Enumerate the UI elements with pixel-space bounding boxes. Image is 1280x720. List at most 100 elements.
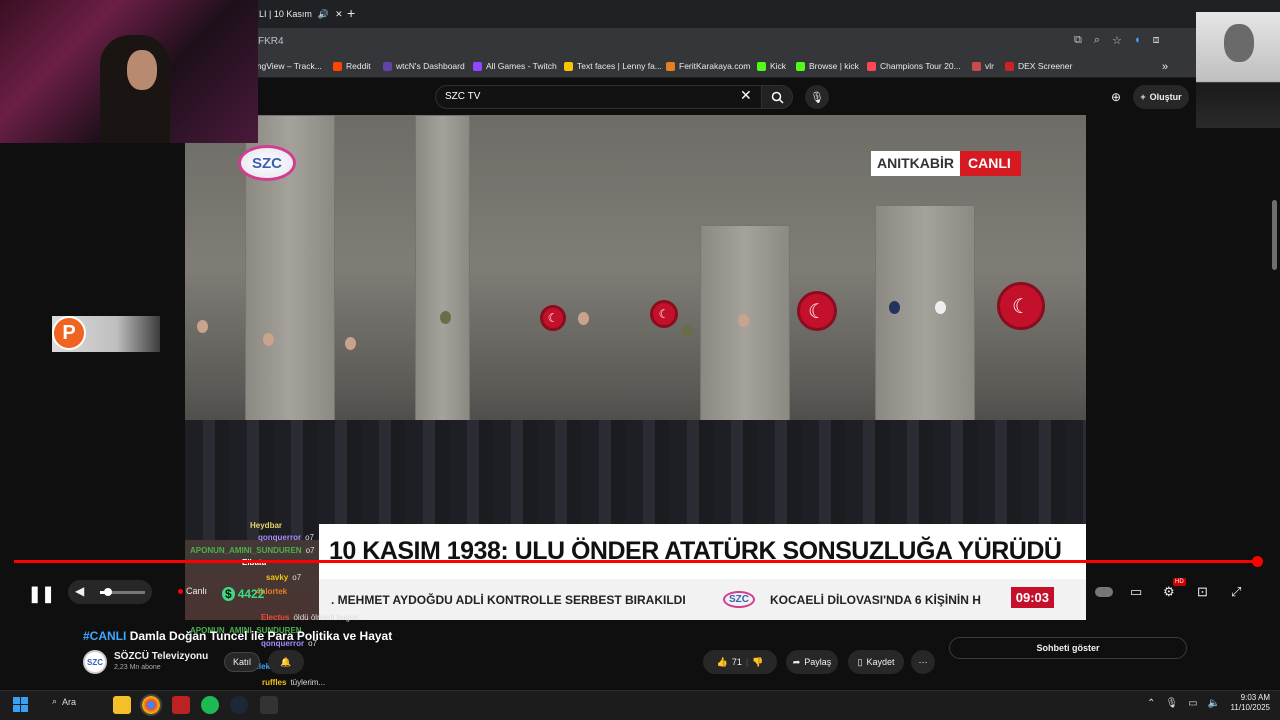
- news-ticker: . MEHMET AYDOĞDU ADLİ KONTROLLE SERBEST …: [319, 579, 1086, 620]
- speaker-icon[interactable]: 🔊: [318, 9, 329, 20]
- volume-icon[interactable]: ◀: [75, 584, 84, 598]
- chat-user: ruffles: [262, 678, 287, 687]
- progress-bar[interactable]: [14, 560, 1259, 563]
- bookmark-favicon-icon: [796, 61, 805, 71]
- person: [197, 320, 208, 333]
- progress-scrubber[interactable]: [1252, 556, 1263, 567]
- display-icon[interactable]: ▭: [1188, 698, 1197, 709]
- mic-tray-icon[interactable]: 🎙: [1165, 698, 1178, 709]
- bookmark-item[interactable]: FeritKarakaya.com: [666, 61, 750, 71]
- bookmark-item[interactable]: All Games - Twitch: [473, 61, 557, 71]
- live-indicator[interactable]: Canlı: [178, 586, 207, 596]
- browser-tab-active[interactable]: LI | 10 Kasım 🔊 ✕: [255, 4, 345, 24]
- settings-gear-icon[interactable]: ⚙: [1163, 584, 1175, 600]
- tab-title: LI | 10 Kasım: [259, 9, 312, 19]
- bookmark-favicon-icon: [1005, 61, 1014, 71]
- windows-start-icon[interactable]: [13, 697, 28, 712]
- bookmark-item[interactable]: Browse | kick: [796, 61, 859, 71]
- taskbar-search[interactable]: ⌕ Ara: [52, 696, 76, 707]
- chat-message: Heydbar: [250, 521, 286, 530]
- join-button[interactable]: Katıl: [224, 652, 260, 672]
- create-label: Oluştur: [1149, 92, 1182, 102]
- bookmarks-overflow-icon[interactable]: »: [1162, 61, 1168, 73]
- bookmark-item[interactable]: vlr: [972, 61, 994, 71]
- miniplayer-icon[interactable]: ⊡: [1197, 584, 1208, 600]
- dollar-icon: $: [222, 587, 235, 601]
- channel-name[interactable]: SÖZCÜ Televizyonu: [114, 651, 208, 662]
- close-tab-icon[interactable]: ✕: [335, 9, 343, 20]
- pause-icon[interactable]: ❚❚: [28, 584, 55, 604]
- person: [889, 301, 900, 314]
- bookmark-item[interactable]: Reddit: [333, 61, 371, 71]
- app-icon[interactable]: [260, 696, 278, 714]
- streaming-app-icon[interactable]: [172, 696, 190, 714]
- video-player[interactable]: ☾ ☾ ☾ ☾ SZC ANITKABİR CANLI 10 KASIM 193…: [185, 115, 1086, 620]
- like-icon[interactable]: 👍: [717, 657, 728, 668]
- tray-chevron-icon[interactable]: ⌃: [1147, 698, 1155, 709]
- bookmark-item[interactable]: Champions Tour 20...: [867, 61, 961, 71]
- subtitles-icon[interactable]: ▭: [1130, 584, 1142, 600]
- voice-search-button[interactable]: 🎙: [805, 85, 829, 109]
- new-tab-button[interactable]: +: [347, 6, 355, 20]
- share-icon: ➦: [792, 656, 801, 667]
- dislike-icon[interactable]: 👎: [752, 657, 763, 668]
- chat-user: savky: [266, 573, 289, 582]
- channel-logo: SZC: [238, 145, 296, 181]
- steam-icon[interactable]: [230, 696, 248, 714]
- bookmark-item[interactable]: Kick: [757, 61, 786, 71]
- show-chat-button[interactable]: Sohbeti göster: [949, 637, 1187, 659]
- share-button[interactable]: ➦ Paylaş: [786, 650, 838, 674]
- bookmark-favicon-icon: [757, 61, 766, 71]
- star-icon[interactable]: ☆: [1112, 34, 1122, 47]
- bookmark-item[interactable]: DEX Screener: [1005, 61, 1072, 71]
- extensions-icon[interactable]: ⧈: [1153, 34, 1160, 47]
- flag-wreath-icon: ☾: [540, 305, 566, 331]
- bookmark-label: wtcN's Dashboard: [396, 61, 465, 71]
- create-video-icon[interactable]: ⊕: [1111, 90, 1121, 104]
- url-field[interactable]: FKR4: [258, 36, 284, 47]
- ticker-logo: SZC: [723, 591, 755, 608]
- spotify-icon[interactable]: [201, 696, 219, 714]
- extension-audio-icon[interactable]: ◖: [1134, 34, 1141, 47]
- divider: |: [745, 657, 749, 667]
- like-count[interactable]: 71: [732, 657, 742, 667]
- search-input[interactable]: SZC TV: [435, 85, 763, 109]
- ticker-text-left: . MEHMET AYDOĞDU ADLİ KONTROLLE SERBEST …: [331, 592, 686, 607]
- system-tray: ⌃ 🎙 ▭ 🔈: [1147, 698, 1220, 709]
- zoom-icon[interactable]: ⌕: [1094, 34, 1100, 47]
- chat-user: qonquerror: [258, 533, 302, 542]
- chat-message: qonquerror o7: [258, 533, 314, 542]
- channel-avatar[interactable]: SZC: [83, 650, 107, 674]
- pillar: [875, 205, 975, 425]
- clear-search-icon[interactable]: ✕: [740, 87, 752, 104]
- ticker-clock: 09:03: [1010, 587, 1054, 608]
- bookmark-favicon-icon: [564, 61, 573, 71]
- chrome-icon[interactable]: [140, 694, 162, 716]
- file-explorer-icon[interactable]: [113, 696, 131, 714]
- page-scrollbar[interactable]: [1272, 200, 1277, 270]
- more-actions-button[interactable]: ⋯: [911, 650, 935, 674]
- hashtag-link[interactable]: #CANLI: [83, 629, 126, 643]
- clock-date: 11/10/2025: [1230, 703, 1270, 712]
- taskbar-search-label: Ara: [62, 696, 77, 707]
- taskbar-clock[interactable]: 9:03 AM 11/10/2025: [1222, 693, 1270, 713]
- volume-knob[interactable]: [104, 588, 112, 596]
- fullscreen-icon[interactable]: ⤢: [1231, 584, 1241, 600]
- search-icon: [771, 91, 784, 104]
- autoplay-toggle[interactable]: [1095, 587, 1113, 597]
- donation-value: 4422: [237, 587, 265, 601]
- streamer-face: [127, 50, 157, 90]
- ceremony-crowd: [185, 420, 1086, 540]
- notification-bell-button[interactable]: 🔔: [268, 650, 304, 674]
- speaker-tray-icon[interactable]: 🔈: [1208, 698, 1220, 709]
- save-button[interactable]: ▯ Kaydet: [848, 650, 904, 674]
- install-icon[interactable]: ⧉: [1074, 34, 1082, 47]
- bookmark-item[interactable]: wtcN's Dashboard: [383, 61, 465, 71]
- flag-wreath-icon: ☾: [997, 282, 1045, 330]
- search-button[interactable]: [761, 85, 793, 109]
- bookmark-item[interactable]: Text faces | Lenny fa...: [564, 61, 662, 71]
- create-button[interactable]: + Oluştur: [1133, 85, 1189, 109]
- person: [682, 325, 693, 338]
- bookmark-favicon-icon: [666, 61, 675, 71]
- bookmark-label: Kick: [770, 61, 787, 71]
